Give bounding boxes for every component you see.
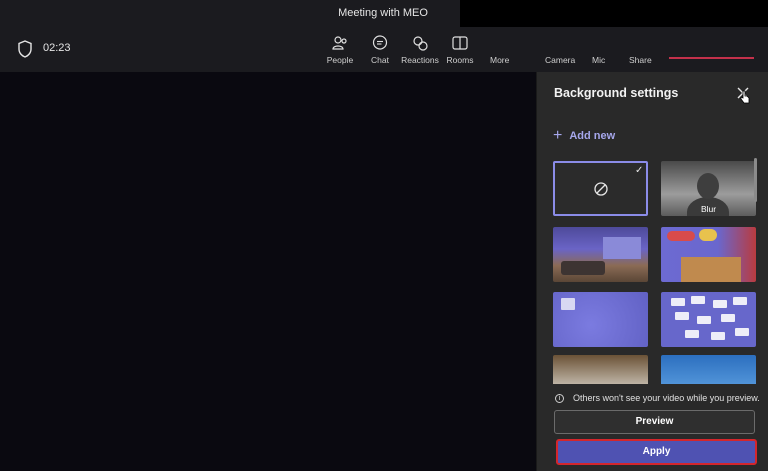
video-stage (0, 72, 536, 471)
thumb-note (697, 316, 711, 324)
thumb-note (685, 330, 699, 338)
apply-button[interactable]: Apply (556, 439, 757, 465)
share-label[interactable]: Share (629, 55, 652, 65)
panel-title: Background settings (554, 86, 679, 100)
rooms-button[interactable]: Rooms (436, 34, 484, 68)
thumb-note (671, 298, 685, 306)
background-option-blur[interactable]: Blur (661, 161, 756, 216)
thumb-note (675, 312, 689, 320)
chat-icon (372, 35, 388, 50)
thumb-note (711, 332, 725, 340)
background-option-none[interactable]: ✓ (553, 161, 648, 216)
info-icon: i (555, 393, 564, 403)
plus-icon: + (553, 127, 563, 144)
add-new-label: Add new (569, 130, 616, 142)
background-option-loft[interactable] (553, 355, 648, 384)
people-icon (332, 36, 347, 50)
meeting-title: Meeting with MEO (338, 7, 428, 19)
background-option-blue-notes[interactable] (661, 292, 756, 347)
thumb-note (735, 328, 749, 336)
camera-label[interactable]: Camera (545, 55, 575, 65)
background-grid: ✓ Blur (550, 158, 756, 384)
thumb-decor (699, 229, 717, 241)
reactions-icon (413, 36, 428, 51)
background-option-sky[interactable] (661, 355, 756, 384)
selected-check-icon: ✓ (635, 165, 644, 176)
blur-person-head (697, 173, 719, 199)
thumb-doc (561, 298, 575, 310)
info-text: Others won't see your video while you pr… (573, 393, 760, 403)
background-option-blue-abstract[interactable] (553, 292, 648, 347)
mic-label[interactable]: Mic (592, 55, 605, 65)
mouse-cursor-icon (740, 90, 750, 104)
preview-info: i Others won't see your video while you … (555, 393, 760, 403)
no-background-icon (594, 182, 608, 196)
leave-button-edge[interactable] (669, 57, 754, 59)
grid-scrollbar[interactable] (754, 158, 757, 202)
thumb-window (603, 237, 641, 259)
shield-icon (18, 40, 32, 58)
rooms-label: Rooms (446, 55, 474, 65)
thumb-shelf (681, 257, 741, 282)
thumb-note (713, 300, 727, 308)
more-label[interactable]: More (490, 55, 509, 65)
thumb-note (733, 297, 747, 305)
blur-label: Blur (700, 204, 717, 214)
background-option-purple-room[interactable] (661, 227, 756, 282)
thumb-decor (667, 231, 695, 241)
rooms-icon (452, 36, 468, 50)
thumb-sofa (561, 261, 605, 275)
background-option-living-room[interactable] (553, 227, 648, 282)
preview-button[interactable]: Preview (554, 410, 755, 434)
thumb-note (691, 296, 705, 304)
add-new-background-button[interactable]: + Add new (553, 128, 615, 144)
call-timer: 02:23 (43, 42, 71, 54)
thumb-note (721, 314, 735, 322)
